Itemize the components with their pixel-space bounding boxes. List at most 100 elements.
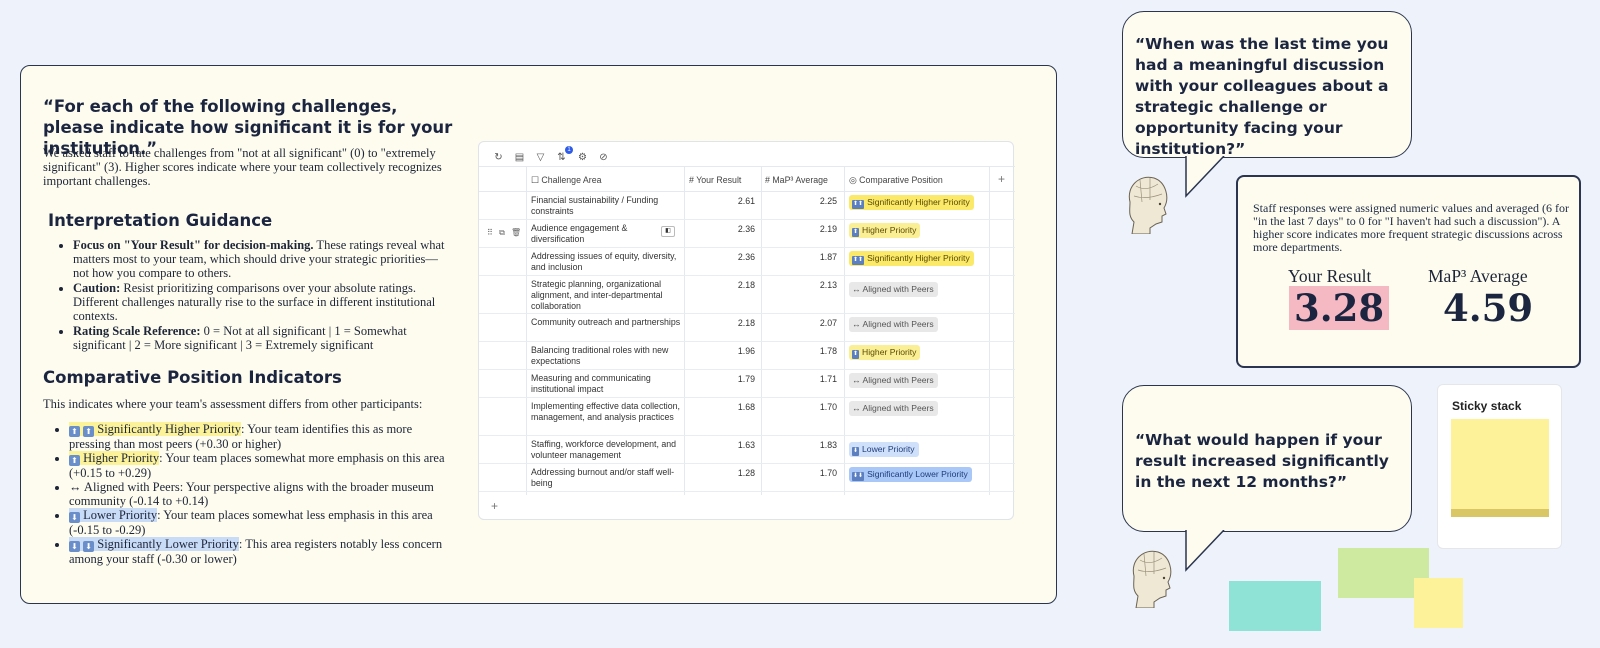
indicator-item: ⬇ Lower Priority: Your team places somew… [69, 508, 449, 537]
bubble-text: “What would happen if your result increa… [1135, 431, 1389, 491]
position-badge: ⬇⬇ Significantly Lower Priority [849, 467, 972, 482]
filter-icon[interactable]: ▽ [535, 152, 546, 163]
table-row[interactable]: ⠿ ⧉ 🗑 Audience engagement & diversificat… [479, 220, 1015, 248]
result-card: Staff responses were assigned numeric va… [1236, 175, 1581, 368]
down-arrow-icon: ⬇ [69, 541, 80, 552]
cell-challenge: Audience engagement & diversification [531, 223, 628, 244]
speech-bubble-question-2: “What would happen if your result increa… [1122, 385, 1412, 532]
indicator-item: ⬇ ⬇ Significantly Lower Priority: This a… [69, 537, 449, 566]
table-row[interactable]: Balancing traditional roles with new exp… [479, 342, 1015, 370]
expand-row-icon[interactable]: ◧ [661, 226, 675, 237]
sort-icon[interactable]: ⇅ 1 [556, 145, 573, 163]
cell-average: 2.13 [819, 280, 837, 290]
position-badge: ↔ Aligned with Peers [849, 373, 938, 388]
position-badge: ⬆ Higher Priority [849, 223, 921, 238]
guidance-item: Caution: Resist prioritizing comparisons… [73, 281, 448, 323]
up-arrow-icon: ⬆ [83, 426, 95, 437]
intro-text: We asked staff to rate challenges from "… [43, 146, 442, 188]
table-row[interactable]: Financial sustainability / Funding const… [479, 192, 1015, 220]
bubble-text: “When was the last time you had a meanin… [1135, 35, 1389, 158]
cell-challenge: Staffing, workforce development, and vol… [531, 439, 677, 460]
column-header-result[interactable]: # Your Result [689, 167, 741, 193]
position-badge: ↔ Aligned with Peers [849, 317, 938, 332]
table-row[interactable]: Implementing effective data collection, … [479, 398, 1015, 436]
cell-average: 1.70 [819, 468, 837, 478]
column-header-challenge[interactable]: ☐ Challenge Area [531, 167, 602, 193]
cell-average: 2.19 [819, 224, 837, 234]
your-result-value: 3.28 [1289, 286, 1390, 330]
cell-result: 1.63 [737, 440, 755, 450]
indicators-intro: This indicates where your team's assessm… [43, 397, 423, 411]
sticky-note-yellow[interactable] [1414, 578, 1463, 628]
position-badge: ⬆⬆ Significantly Higher Priority [849, 251, 974, 266]
guidance-heading: Interpretation Guidance [48, 211, 273, 230]
hide-icon[interactable]: ⊘ [598, 152, 609, 163]
guidance-list: Focus on "Your Result" for decision-maki… [73, 238, 448, 353]
position-badge: ⬆ Higher Priority [849, 345, 921, 360]
indicators-list: ⬆ ⬆ Significantly Higher Priority: Your … [69, 422, 449, 566]
row-actions[interactable]: ⠿ ⧉ 🗑 [487, 228, 523, 238]
cell-average: 1.70 [819, 402, 837, 412]
circle-icon: ◎ [849, 175, 860, 185]
speech-bubble-tail [1185, 530, 1225, 572]
up-arrow-icon: ⬆ [69, 455, 80, 466]
position-badge: ↔ Aligned with Peers [849, 282, 938, 297]
challenges-table: ↻ ▤ ▽ ⇅ 1 ⚙ ⊘ ☐ Challenge Area # Your Res… [478, 141, 1015, 520]
cell-result: 2.36 [737, 252, 755, 262]
your-result-label: Your Result [1288, 266, 1372, 286]
table-row[interactable]: Strategic planning, organizational align… [479, 276, 1015, 314]
cell-challenge: Financial sustainability / Funding const… [531, 195, 659, 216]
refresh-icon[interactable]: ↻ [493, 152, 504, 163]
cell-result: 1.68 [737, 402, 755, 412]
table-header: ☐ Challenge Area # Your Result # MaP³ Av… [479, 166, 1015, 192]
cell-result: 2.36 [737, 224, 755, 234]
add-column-button[interactable]: + [998, 166, 1005, 192]
table-row[interactable]: Addressing burnout and/or staff well-bei… [479, 464, 1015, 492]
cell-challenge: Addressing issues of equity, diversity, … [531, 251, 677, 272]
challenges-card: “For each of the following challenges, p… [20, 65, 1057, 604]
sticky-stack-title: Sticky stack [1452, 399, 1522, 413]
cell-average: 1.71 [819, 374, 837, 384]
settings-icon[interactable]: ⚙ [577, 152, 588, 163]
down-arrow-icon: ⬇ [83, 541, 95, 552]
indicator-item: ↔ Aligned with Peers: Your perspective a… [69, 480, 449, 508]
cell-result: 2.18 [737, 280, 755, 290]
table-row[interactable]: Addressing issues of equity, diversity, … [479, 248, 1015, 276]
cell-challenge: Strategic planning, organizational align… [531, 279, 663, 311]
bookmark-icon: ☐ [531, 175, 542, 185]
average-label: MaP³ Average [1428, 266, 1528, 286]
average-value: 4.59 [1443, 286, 1534, 330]
layout-icon[interactable]: ▤ [514, 152, 525, 163]
phrenology-head-icon [1132, 550, 1172, 608]
cell-challenge: Balancing traditional roles with new exp… [531, 345, 669, 366]
down-arrow-icon: ⬇ [69, 512, 80, 523]
cell-average: 2.07 [819, 318, 837, 328]
table-row[interactable]: Community outreach and partnerships 2.18… [479, 314, 1015, 342]
cell-result: 2.18 [737, 318, 755, 328]
cell-average: 1.83 [819, 440, 837, 450]
sort-count-badge: 1 [565, 145, 573, 154]
sticky-stack-top-note[interactable] [1451, 419, 1549, 509]
sticky-stack-panel[interactable]: Sticky stack [1437, 384, 1562, 549]
add-row-button[interactable]: + [491, 499, 498, 513]
sticky-note-teal[interactable] [1229, 581, 1321, 631]
cell-result: 1.28 [737, 468, 755, 478]
phrenology-head-icon [1128, 176, 1168, 234]
position-badge: ⬆⬆ Significantly Higher Priority [849, 195, 974, 210]
column-header-average[interactable]: # MaP³ Average [765, 167, 828, 193]
indicator-item: ⬆ Higher Priority: Your team places some… [69, 451, 449, 480]
table-row[interactable]: Measuring and communicating institutiona… [479, 370, 1015, 398]
cell-challenge: Measuring and communicating institutiona… [531, 373, 651, 394]
indicators-heading: Comparative Position Indicators [43, 368, 342, 387]
guidance-item: Rating Scale Reference: 0 = Not at all s… [73, 324, 448, 352]
cell-average: 1.87 [819, 252, 837, 262]
cell-result: 1.79 [737, 374, 755, 384]
table-row[interactable]: Staffing, workforce development, and vol… [479, 436, 1015, 464]
up-arrow-icon: ⬆ [69, 426, 80, 437]
speech-bubble-tail [1185, 156, 1225, 198]
indicator-item: ⬆ ⬆ Significantly Higher Priority: Your … [69, 422, 449, 451]
result-explanation: Staff responses were assigned numeric va… [1253, 201, 1569, 254]
column-header-position[interactable]: ◎ Comparative Position [849, 167, 943, 193]
position-badge: ↔ Aligned with Peers [849, 401, 938, 416]
table-toolbar: ↻ ▤ ▽ ⇅ 1 ⚙ ⊘ [493, 145, 609, 165]
